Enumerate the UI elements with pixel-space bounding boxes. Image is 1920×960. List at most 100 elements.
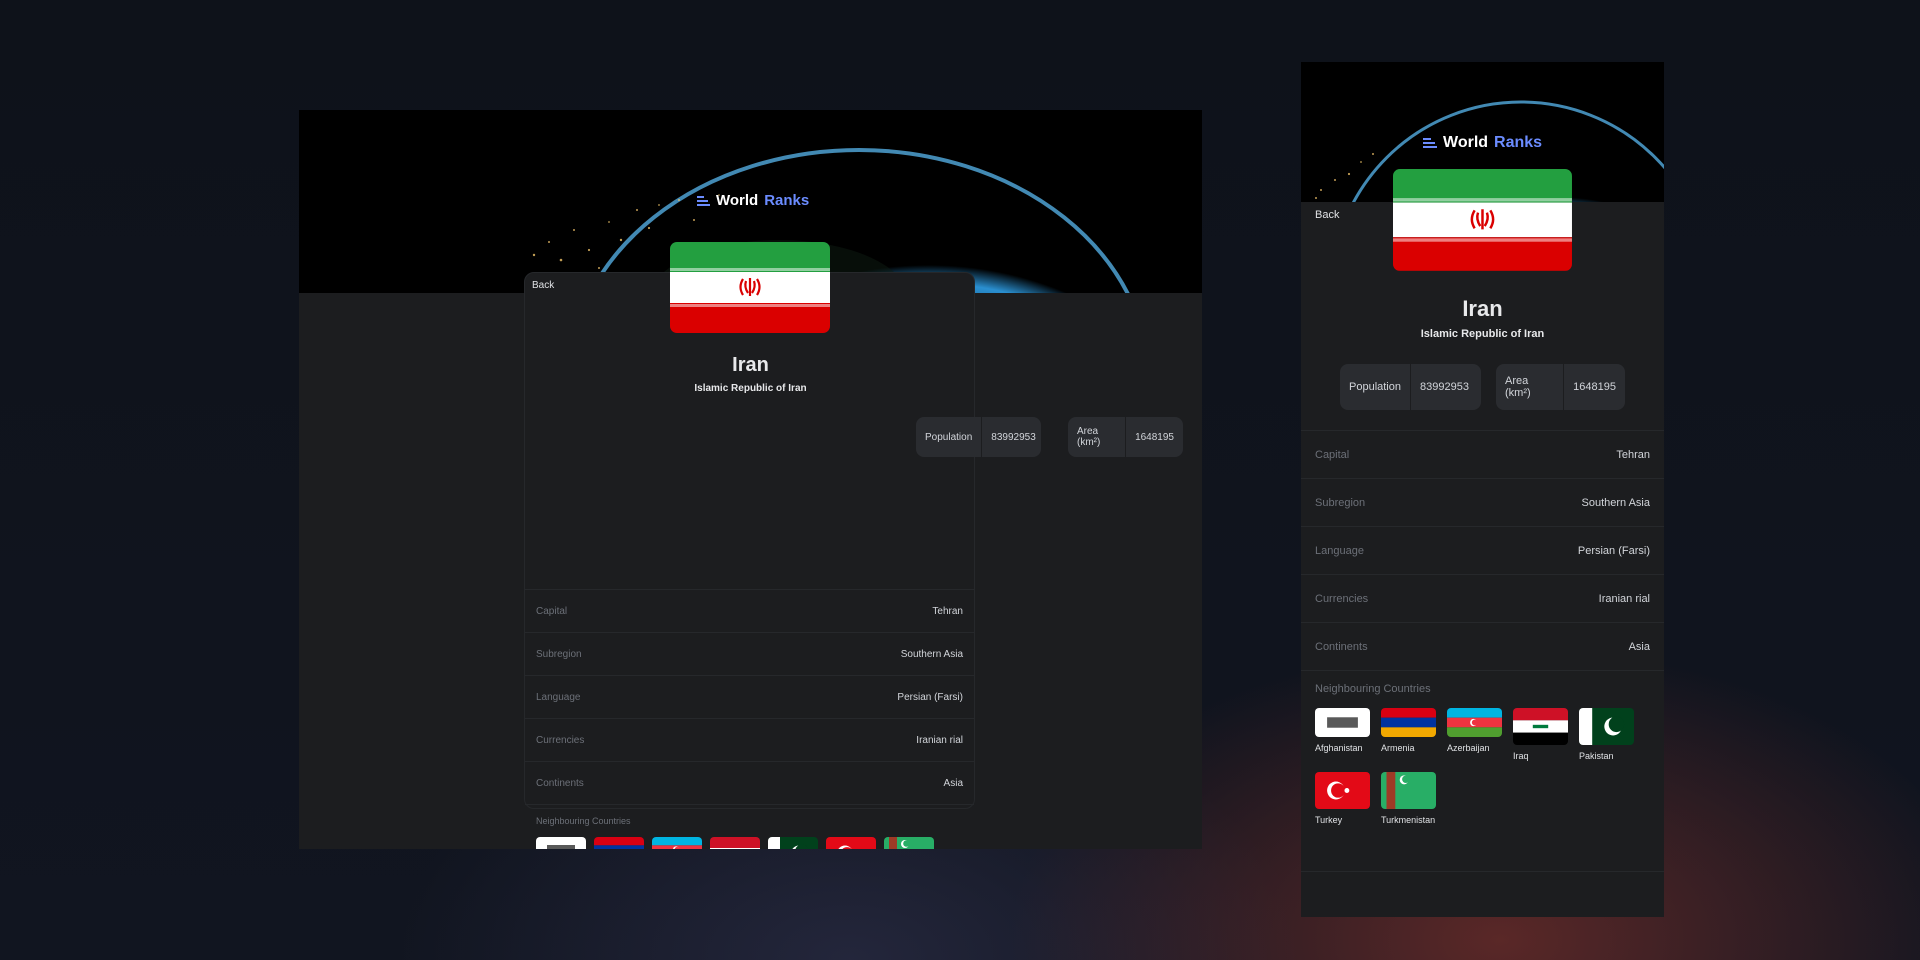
afghanistan-flag-icon <box>1315 708 1370 737</box>
detail-value: Asia <box>943 777 963 789</box>
desktop-preview: World Ranks Back Capital Tehran Subregio… <box>299 110 1202 849</box>
neighbour-armenia[interactable]: Armenia <box>594 837 644 849</box>
back-button[interactable]: Back <box>1315 209 1339 221</box>
detail-row-subregion: Subregion Southern Asia <box>1301 478 1664 526</box>
logo-word-world: World <box>716 192 759 209</box>
armenia-flag-icon <box>1381 708 1436 737</box>
population-value: 83992953 <box>1420 381 1469 393</box>
detail-row-language: Language Persian (Farsi) <box>525 675 974 718</box>
detail-value: Southern Asia <box>900 648 963 660</box>
neighbour-turkey[interactable]: Turkey <box>826 837 876 849</box>
detail-row-continents: Continents Asia <box>525 761 974 804</box>
mobile-preview: World Ranks Back Capital Tehran Subregio… <box>1301 62 1664 917</box>
app-logo[interactable]: World Ranks <box>697 192 809 209</box>
neighbour-iraq[interactable]: Iraq <box>710 837 760 849</box>
neighbour-name: Turkmenistan <box>1381 815 1436 825</box>
neighbour-afghanistan[interactable]: Afghanistan <box>1315 708 1370 761</box>
app-logo[interactable]: World Ranks <box>1423 134 1542 152</box>
neighbour-name: Pakistan <box>1579 751 1614 761</box>
detail-row-capital: Capital Tehran <box>525 589 974 632</box>
logo-word-world: World <box>1443 134 1489 151</box>
neighbour-afghanistan[interactable]: Afghanistan <box>536 837 586 849</box>
neighbour-turkmenistan[interactable]: Turkmenistan <box>884 837 934 849</box>
detail-value: Iranian rial <box>916 734 963 746</box>
detail-value: Asia <box>1628 640 1650 653</box>
neighbour-name: Iraq <box>1513 751 1529 761</box>
neighbour-turkey[interactable]: Turkey <box>1315 772 1370 825</box>
area-stat: Area (km²) 1648195 <box>1496 364 1625 410</box>
detail-row-currencies: Currencies Iranian rial <box>525 718 974 761</box>
iraq-flag-icon <box>1513 708 1568 745</box>
area-label: Area (km²) <box>1496 364 1565 410</box>
country-official-name: Islamic Republic of Iran <box>694 383 807 394</box>
turkmenistan-flag-icon <box>1381 772 1436 809</box>
armenia-flag-icon <box>594 837 644 849</box>
neighbour-name: Armenia <box>1381 743 1415 753</box>
detail-value: Southern Asia <box>1581 496 1651 509</box>
turkey-flag-icon <box>826 837 876 849</box>
area-label: Area (km²) <box>1068 417 1127 457</box>
detail-value: Persian (Farsi) <box>897 691 963 703</box>
bar-chart-icon <box>697 195 710 206</box>
area-value: 1648195 <box>1135 431 1174 443</box>
detail-row-language: Language Persian (Farsi) <box>1301 526 1664 574</box>
detail-value: Persian (Farsi) <box>1577 544 1650 557</box>
details-list: Capital Tehran Subregion Southern Asia L… <box>525 589 974 804</box>
detail-label: Currencies <box>536 734 585 746</box>
population-label: Population <box>916 417 983 457</box>
detail-label: Subregion <box>536 648 582 660</box>
detail-row-capital: Capital Tehran <box>1301 430 1664 478</box>
neighbour-pakistan[interactable]: Pakistan <box>1579 708 1634 761</box>
neighbour-turkmenistan[interactable]: Turkmenistan <box>1381 772 1436 825</box>
azerbaijan-flag-icon <box>1447 708 1502 737</box>
detail-value: Iranian rial <box>1598 592 1650 605</box>
neighbour-azerbaijan[interactable]: Azerbaijan <box>1447 708 1502 761</box>
bar-chart-icon <box>1423 138 1437 148</box>
detail-label: Continents <box>1315 640 1368 653</box>
country-name: Iran <box>732 354 769 376</box>
neighbour-iraq[interactable]: Iraq <box>1513 708 1568 761</box>
country-official-name: Islamic Republic of Iran <box>1420 328 1545 340</box>
neighbour-pakistan[interactable]: Pakistan <box>768 837 818 849</box>
detail-row-subregion: Subregion Southern Asia <box>525 632 974 675</box>
pakistan-flag-icon <box>768 837 818 849</box>
detail-row-continents: Continents Asia <box>1301 622 1664 670</box>
neighbours-title: Neighbouring Countries <box>536 816 631 826</box>
detail-label: Capital <box>1315 448 1350 461</box>
afghanistan-flag-icon <box>536 837 586 849</box>
detail-label: Capital <box>536 605 568 617</box>
iraq-flag-icon <box>710 837 760 849</box>
detail-value: Tehran <box>932 605 963 617</box>
iran-flag <box>670 242 830 333</box>
population-label: Population <box>1340 364 1411 410</box>
azerbaijan-flag-icon <box>652 837 702 849</box>
turkey-flag-icon <box>1315 772 1370 809</box>
neighbours-list: Afghanistan Armenia Azerbaijan Iraq Paki… <box>536 837 963 849</box>
detail-value: Tehran <box>1616 448 1650 461</box>
neighbour-name: Afghanistan <box>1315 743 1363 753</box>
detail-row-currencies: Currencies Iranian rial <box>1301 574 1664 622</box>
neighbours-list: Afghanistan Armenia Azerbaijan Iraq Paki… <box>1315 708 1650 825</box>
detail-label: Language <box>536 691 581 703</box>
country-name: Iran <box>1462 296 1503 321</box>
neighbour-azerbaijan[interactable]: Azerbaijan <box>652 837 702 849</box>
neighbour-armenia[interactable]: Armenia <box>1381 708 1436 761</box>
detail-label: Currencies <box>1315 592 1369 605</box>
population-stat: Population 83992953 <box>1340 364 1481 410</box>
turkmenistan-flag-icon <box>884 837 934 849</box>
population-value: 83992953 <box>991 431 1036 443</box>
area-value: 1648195 <box>1573 381 1616 393</box>
iran-flag <box>1393 169 1572 271</box>
area-stat: Area (km²) 1648195 <box>1068 417 1183 457</box>
neighbouring-countries: Neighbouring Countries Afghanistan Armen… <box>525 804 974 849</box>
detail-label: Subregion <box>1315 496 1366 509</box>
details-list: Capital Tehran Subregion Southern Asia L… <box>1301 430 1664 670</box>
pakistan-flag-icon <box>1579 708 1634 745</box>
neighbour-name: Turkey <box>1315 815 1343 825</box>
country-card: Back Capital Tehran Subregion Southern A… <box>524 272 975 849</box>
neighbouring-countries: Neighbouring Countries Afghanistan Armen… <box>1301 670 1664 872</box>
detail-label: Language <box>1315 544 1364 557</box>
back-button[interactable]: Back <box>532 280 554 291</box>
population-stat: Population 83992953 <box>916 417 1041 457</box>
detail-label: Continents <box>536 777 584 789</box>
